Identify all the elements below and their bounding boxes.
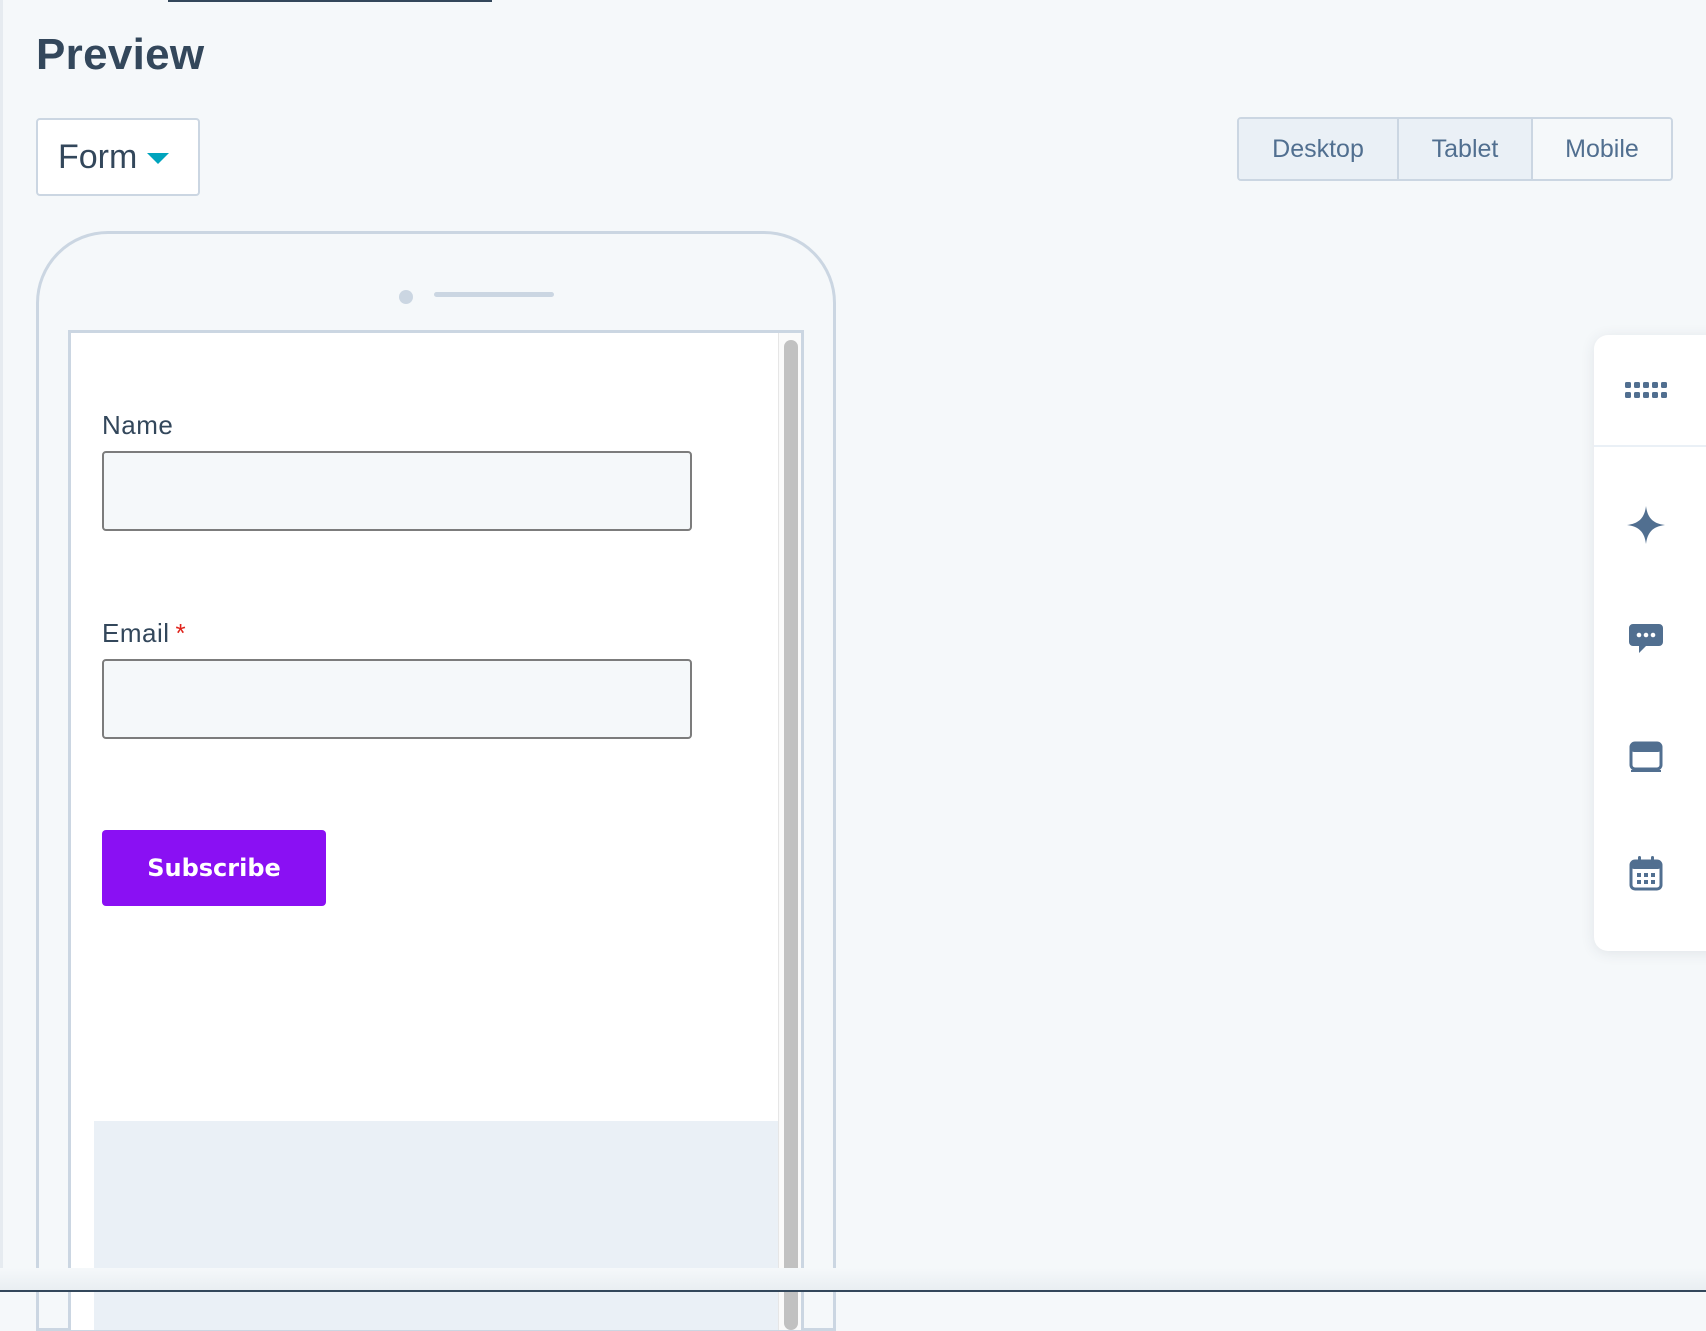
name-field-label: Name [102, 410, 173, 441]
toolbar-ai-button[interactable] [1616, 495, 1676, 555]
phone-frame: Name Email * Subscribe [36, 231, 836, 1331]
scrollbar-thumb[interactable] [784, 340, 798, 1330]
toolbar-window-button[interactable] [1616, 727, 1676, 787]
phone-camera [399, 290, 413, 304]
bottom-edge [0, 1268, 1706, 1292]
name-input[interactable] [102, 451, 692, 531]
desktop-view-button[interactable]: Desktop [1239, 119, 1399, 179]
window-icon [1629, 741, 1663, 772]
left-edge-border [0, 0, 3, 1290]
form-footer-area [94, 1121, 778, 1330]
toolbar-divider [1594, 445, 1706, 447]
form-selector-dropdown[interactable]: Form [36, 118, 200, 196]
chat-icon [1629, 624, 1663, 653]
email-field-label: Email * [102, 618, 186, 649]
side-toolbar [1594, 335, 1706, 951]
page-title: Preview [36, 30, 205, 79]
toolbar-chat-button[interactable] [1616, 609, 1676, 669]
email-input[interactable] [102, 659, 692, 739]
phone-screen: Name Email * Subscribe [68, 330, 804, 1330]
grid-icon [1625, 382, 1667, 398]
name-label-text: Name [102, 410, 174, 440]
mobile-view-button[interactable]: Mobile [1533, 119, 1671, 179]
phone-speaker [434, 292, 554, 297]
subscribe-button[interactable]: Subscribe [102, 830, 326, 906]
active-tab-underline [168, 0, 492, 2]
calendar-icon [1629, 856, 1663, 891]
sparkle-icon [1627, 506, 1665, 544]
form-selector-label: Form [58, 137, 138, 176]
caret-down-icon [147, 152, 170, 164]
email-label-text: Email [102, 618, 170, 648]
toolbar-grid-button[interactable] [1616, 360, 1676, 420]
device-toggle-group: Desktop Tablet Mobile [1237, 117, 1673, 181]
toolbar-calendar-button[interactable] [1616, 843, 1676, 903]
required-asterisk: * [175, 618, 187, 648]
tablet-view-button[interactable]: Tablet [1399, 119, 1533, 179]
